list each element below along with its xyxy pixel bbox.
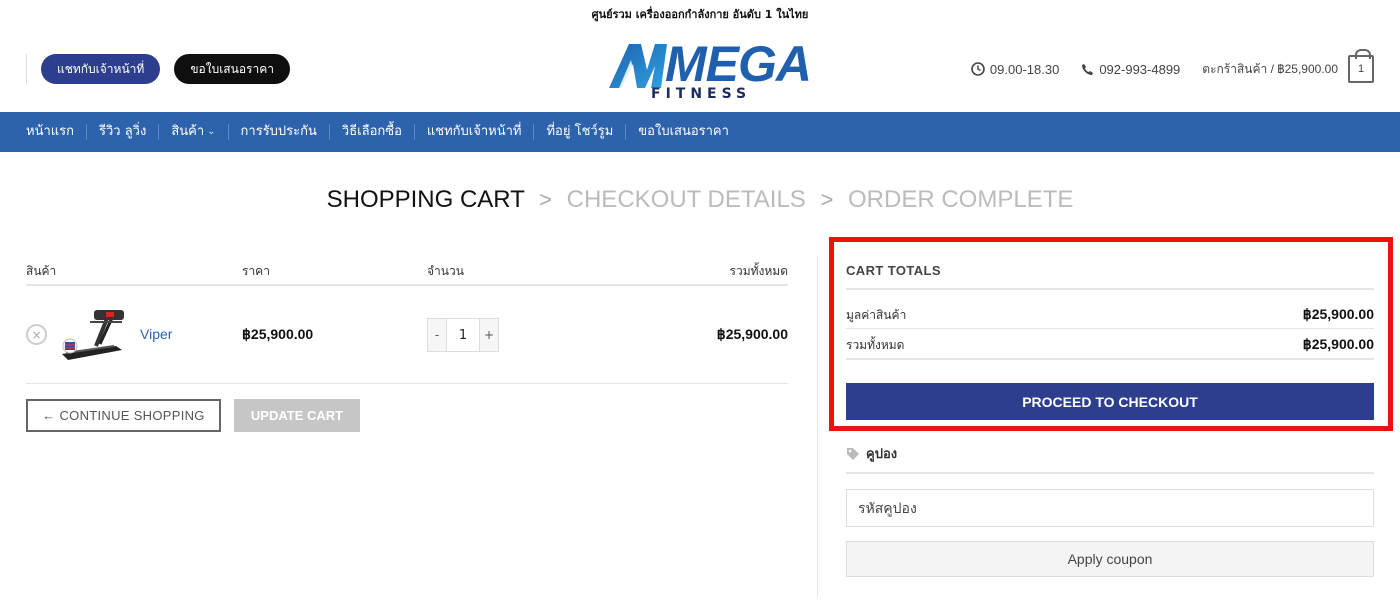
checkout-steps: SHOPPING CART > CHECKOUT DETAILS > ORDER… (0, 186, 1400, 214)
update-cart-button[interactable]: UPDATE CART (234, 399, 360, 432)
nav-label: การรับประกัน (240, 124, 317, 139)
nav-label: แชทกับเจ้าหน้าที่ (426, 124, 522, 139)
continue-shopping-button[interactable]: ← CONTINUE SHOPPING (26, 399, 221, 432)
phone-text: 092-993-4899 (1099, 61, 1181, 77)
hours-item: 09.00-18.30 (971, 62, 1059, 77)
subtotal-label: มูลค่าสินค้า (846, 308, 907, 322)
product-subtotal: ฿25,900.00 (716, 326, 788, 342)
col-header-quantity: จำนวน (427, 264, 464, 278)
remove-item-button[interactable]: × (26, 324, 47, 345)
step-checkout-details[interactable]: CHECKOUT DETAILS (567, 186, 806, 213)
treadmill-image (62, 310, 124, 360)
product-thumbnail[interactable] (56, 306, 128, 368)
cart-label: ตะกร้าสินค้า / ฿25,900.00 (1202, 61, 1338, 76)
step-shopping-cart[interactable]: SHOPPING CART (327, 186, 525, 213)
site-header: แชทกับเจ้าหน้าที่ ขอใบเสนอราคา MEGA FITN… (0, 26, 1400, 112)
nav-label: ขอใบเสนอราคา (638, 124, 729, 139)
top-announcement: ศูนย์รวม เครื่องออกกำลังกาย อันดับ 1 ในไ… (591, 8, 809, 21)
quantity-plus-button[interactable]: + (480, 319, 498, 351)
nav-label: หน้าแรก (26, 124, 74, 139)
header-button-group: แชทกับเจ้าหน้าที่ ขอใบเสนอราคา (26, 54, 290, 84)
main-nav: หน้าแรก รีวิว ลูวิ่ง สินค้า ⌄ การรับประกั… (0, 112, 1400, 152)
header-contact: 09.00-18.30 092-993-4899 ตะกร้าสินค้า / … (949, 49, 1374, 87)
nav-label: สินค้า (171, 124, 205, 139)
nav-item-buying-guide[interactable]: วิธีเลือกซื้อ (330, 124, 415, 140)
tag-icon (846, 447, 860, 461)
totals-divider (846, 288, 1374, 290)
col-header-product: สินค้า (26, 264, 57, 278)
nav-item-warranty[interactable]: การรับประกัน (229, 124, 330, 140)
total-label: รวมทั้งหมด (846, 338, 905, 352)
proceed-to-checkout-button[interactable]: PROCEED TO CHECKOUT (846, 383, 1374, 420)
product-name-link[interactable]: Viper (140, 326, 172, 342)
subtotal-row: มูลค่าสินค้า ฿25,900.00 (846, 306, 1374, 325)
cart-bag-icon[interactable]: 1 (1348, 49, 1374, 83)
quantity-minus-button[interactable]: - (428, 319, 446, 351)
table-row: × Viper ฿25,900.00 - 1 + ฿25,900.00 (26, 286, 788, 384)
col-header-price: ราคา (242, 264, 270, 278)
hours-text: 09.00-18.30 (989, 61, 1060, 77)
cart-totals-title: CART TOTALS (846, 263, 941, 278)
header-cart[interactable]: ตะกร้าสินค้า / ฿25,900.00 1 (1202, 49, 1374, 83)
coupon-title: คูปอง (866, 447, 898, 462)
nav-label: รีวิว ลูวิ่ง (99, 124, 147, 139)
nav-label: วิธีเลือกซื้อ (341, 124, 402, 139)
nav-label: ที่อยู่ โชว์รูม (546, 124, 614, 139)
quote-button[interactable]: ขอใบเสนอราคา (174, 54, 290, 84)
nav-item-reviews[interactable]: รีวิว ลูวิ่ง (87, 124, 160, 140)
totals-divider (846, 358, 1374, 360)
logo-main-text: MEGA (665, 36, 812, 92)
clock-icon (971, 62, 985, 76)
coupon-divider (846, 472, 1374, 474)
logo-sub-text: FITNESS (651, 86, 752, 102)
nav-item-products[interactable]: สินค้า ⌄ (159, 124, 229, 140)
site-logo[interactable]: MEGA FITNESS (607, 36, 812, 104)
coupon-heading: คูปอง (846, 443, 897, 464)
coupon-code-input[interactable] (846, 489, 1374, 527)
step-separator: > (820, 187, 834, 212)
quantity-input[interactable]: 1 (446, 319, 480, 351)
quantity-stepper: - 1 + (427, 318, 499, 352)
nav-item-chat[interactable]: แชทกับเจ้าหน้าที่ (415, 124, 535, 140)
total-row: รวมทั้งหมด ฿25,900.00 (846, 336, 1374, 355)
product-price: ฿25,900.00 (242, 326, 314, 342)
phone-icon (1081, 63, 1094, 76)
chevron-down-icon: ⌄ (207, 126, 216, 137)
col-header-subtotal: รวมทั้งหมด (729, 264, 788, 278)
apply-coupon-button[interactable]: Apply coupon (846, 541, 1374, 577)
step-order-complete: ORDER COMPLETE (848, 186, 1074, 213)
nav-item-home[interactable]: หน้าแรก (14, 124, 87, 140)
chat-button[interactable]: แชทกับเจ้าหน้าที่ (41, 54, 161, 84)
nav-item-quote[interactable]: ขอใบเสนอราคา (626, 124, 741, 140)
subtotal-value: ฿25,900.00 (1302, 306, 1374, 322)
totals-divider (846, 328, 1374, 329)
column-divider (817, 256, 818, 596)
logo-wordmark: MEGA (665, 36, 812, 92)
total-value: ฿25,900.00 (1302, 336, 1374, 352)
nav-item-showroom[interactable]: ที่อยู่ โชว์รูม (534, 124, 627, 140)
step-separator: > (539, 187, 552, 212)
phone-item[interactable]: 092-993-4899 (1081, 62, 1180, 77)
cart-count: 1 (1357, 63, 1365, 75)
